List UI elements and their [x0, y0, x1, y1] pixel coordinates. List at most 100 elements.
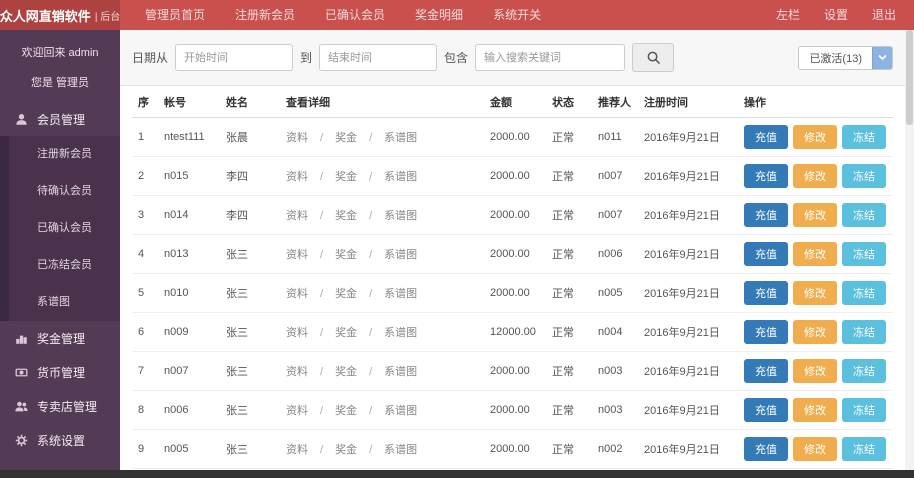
top-nav-right-item[interactable]: 左栏 [764, 0, 812, 30]
freeze-button[interactable]: 冻结 [842, 398, 886, 422]
recharge-button[interactable]: 充值 [744, 437, 788, 461]
recharge-button[interactable]: 充值 [744, 320, 788, 344]
modify-button[interactable]: 修改 [793, 398, 837, 422]
modify-button[interactable]: 修改 [793, 242, 837, 266]
cell-reg-date: 2016年9月21日 [638, 430, 738, 469]
cell-amount: 2000.00 [484, 274, 546, 313]
freeze-button[interactable]: 冻结 [842, 281, 886, 305]
detail-link[interactable]: 资料 [286, 327, 308, 339]
modify-button[interactable]: 修改 [793, 437, 837, 461]
search-button[interactable] [632, 43, 674, 72]
detail-link[interactable]: 资料 [286, 444, 308, 456]
top-nav-item[interactable]: 注册新会员 [220, 0, 310, 30]
detail-link[interactable]: 奖金 [335, 171, 357, 183]
detail-link[interactable]: 资料 [286, 366, 308, 378]
status-filter-select[interactable]: 已激活(13) [798, 46, 893, 70]
recharge-button[interactable]: 充值 [744, 398, 788, 422]
detail-link[interactable]: 奖金 [335, 288, 357, 300]
freeze-button[interactable]: 冻结 [842, 203, 886, 227]
recharge-button[interactable]: 充值 [744, 359, 788, 383]
modify-button[interactable]: 修改 [793, 203, 837, 227]
detail-link[interactable]: 系谱图 [384, 288, 417, 300]
detail-link[interactable]: 奖金 [335, 366, 357, 378]
sidebar-section[interactable]: 专卖店管理 [0, 389, 120, 423]
cell-referrer: n003 [592, 391, 638, 430]
sidebar-subitem[interactable]: 系谱图 [9, 284, 120, 321]
recharge-button[interactable]: 充值 [744, 281, 788, 305]
sidebar-section[interactable]: 系统设置 [0, 423, 120, 457]
top-nav-item[interactable]: 奖金明细 [400, 0, 478, 30]
cell-name: 张三 [220, 235, 280, 274]
keyword-input[interactable] [475, 44, 625, 71]
top-nav-item[interactable]: 已确认会员 [310, 0, 400, 30]
detail-link[interactable]: 资料 [286, 132, 308, 144]
freeze-button[interactable]: 冻结 [842, 125, 886, 149]
sidebar-subitem[interactable]: 注册新会员 [9, 136, 120, 173]
chevron-down-icon[interactable] [872, 46, 892, 70]
cell-status: 正常 [546, 430, 592, 469]
date-from-input[interactable] [175, 44, 293, 71]
detail-link[interactable]: 系谱图 [384, 444, 417, 456]
sidebar-subitem[interactable]: 已确认会员 [9, 210, 120, 247]
modify-button[interactable]: 修改 [793, 359, 837, 383]
detail-link-separator: / [369, 366, 372, 378]
scrollbar-thumb[interactable] [906, 30, 913, 125]
detail-link[interactable]: 奖金 [335, 132, 357, 144]
modify-button[interactable]: 修改 [793, 125, 837, 149]
cell-account: n013 [158, 235, 220, 274]
detail-link[interactable]: 资料 [286, 288, 308, 300]
detail-link[interactable]: 资料 [286, 210, 308, 222]
detail-link[interactable]: 系谱图 [384, 327, 417, 339]
brand-logo[interactable]: 众人网直销软件 | 后台 [0, 0, 120, 30]
main-content: 日期从 到 包含 已激活(13) 序帐号姓名查看详细金额状态推荐人注册时间操作 … [120, 30, 905, 470]
top-nav-right-item[interactable]: 设置 [812, 0, 860, 30]
top-nav-item[interactable]: 系统开关 [478, 0, 556, 30]
detail-link[interactable]: 系谱图 [384, 366, 417, 378]
detail-link[interactable]: 系谱图 [384, 405, 417, 417]
detail-link[interactable]: 系谱图 [384, 171, 417, 183]
recharge-button[interactable]: 充值 [744, 203, 788, 227]
detail-link[interactable]: 奖金 [335, 444, 357, 456]
freeze-button[interactable]: 冻结 [842, 242, 886, 266]
freeze-button[interactable]: 冻结 [842, 320, 886, 344]
column-header: 姓名 [220, 86, 280, 118]
scrollbar-track[interactable] [905, 30, 914, 470]
modify-button[interactable]: 修改 [793, 320, 837, 344]
recharge-button[interactable]: 充值 [744, 125, 788, 149]
top-nav-right-item[interactable]: 退出 [860, 0, 908, 30]
sidebar-section[interactable]: 会员管理 [0, 102, 120, 136]
detail-link[interactable]: 资料 [286, 249, 308, 261]
detail-link[interactable]: 奖金 [335, 210, 357, 222]
cell-name: 李四 [220, 196, 280, 235]
sidebar-subitem[interactable]: 已冻结会员 [9, 247, 120, 284]
date-to-input[interactable] [319, 44, 437, 71]
recharge-button[interactable]: 充值 [744, 164, 788, 188]
detail-link[interactable]: 奖金 [335, 249, 357, 261]
cell-account: ntest111 [158, 118, 220, 157]
sidebar-section[interactable]: 奖金管理 [0, 321, 120, 355]
sidebar-section[interactable]: 货币管理 [0, 355, 120, 389]
freeze-button[interactable]: 冻结 [842, 359, 886, 383]
sidebar-section-label: 系统设置 [37, 432, 85, 449]
detail-link[interactable]: 系谱图 [384, 249, 417, 261]
detail-link[interactable]: 资料 [286, 405, 308, 417]
cell-amount: 2000.00 [484, 196, 546, 235]
recharge-button[interactable]: 充值 [744, 242, 788, 266]
cell-reg-date: 2016年9月21日 [638, 235, 738, 274]
modify-button[interactable]: 修改 [793, 164, 837, 188]
detail-link[interactable]: 系谱图 [384, 132, 417, 144]
cell-detail-links: 资料/奖金/系谱图 [280, 391, 484, 430]
detail-link[interactable]: 奖金 [335, 405, 357, 417]
detail-link[interactable]: 奖金 [335, 327, 357, 339]
modify-button[interactable]: 修改 [793, 281, 837, 305]
sidebar-subitem[interactable]: 待确认会员 [9, 173, 120, 210]
cell-seq: 2 [132, 157, 158, 196]
detail-link[interactable]: 资料 [286, 171, 308, 183]
detail-link[interactable]: 系谱图 [384, 210, 417, 222]
freeze-button[interactable]: 冻结 [842, 437, 886, 461]
table-row: 4n013张三资料/奖金/系谱图2000.00正常n0062016年9月21日充… [132, 235, 893, 274]
money-icon [13, 364, 29, 380]
cell-account: n009 [158, 313, 220, 352]
freeze-button[interactable]: 冻结 [842, 164, 886, 188]
top-nav-item[interactable]: 管理员首页 [130, 0, 220, 30]
